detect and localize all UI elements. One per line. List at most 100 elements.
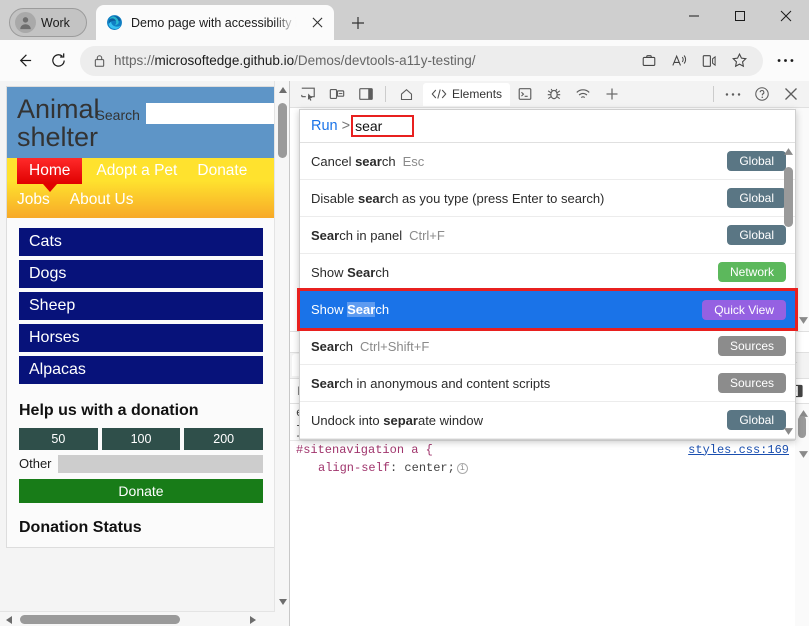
nav-item-about-us[interactable]: About Us (70, 188, 144, 212)
rendered-page: Animal shelter Search Home Adopt a Pet D… (6, 86, 276, 548)
scroll-up-icon[interactable] (275, 81, 290, 98)
command-palette-item[interactable]: Search in panelCtrl+FGlobal (300, 217, 795, 254)
donation-amount-100[interactable]: 100 (102, 428, 181, 450)
command-palette-item-shortcut: Ctrl+F (409, 228, 445, 243)
scroll-down-icon[interactable] (275, 593, 290, 610)
donate-button[interactable]: Donate (19, 479, 263, 503)
command-palette-item[interactable]: Disable search as you type (press Enter … (300, 180, 795, 217)
dom-scroll-down-icon[interactable] (796, 312, 809, 329)
palette-scroll-down-icon[interactable] (783, 425, 794, 437)
devtools-help-icon[interactable] (748, 83, 776, 106)
network-icon[interactable] (569, 83, 597, 106)
add-panel-plus-icon[interactable] (598, 83, 626, 106)
css-property-name[interactable]: align-self (296, 461, 390, 475)
scroll-right-icon[interactable] (244, 612, 261, 626)
new-tab-button[interactable] (344, 9, 372, 37)
devtools-tab-elements[interactable]: Elements (423, 83, 510, 106)
info-icon[interactable]: i (457, 463, 468, 474)
devtools-more-icon[interactable] (719, 83, 747, 106)
donation-status-heading: Donation Status (19, 519, 263, 537)
page-hscroll-thumb[interactable] (20, 615, 180, 624)
close-button[interactable] (763, 0, 809, 32)
url-bar[interactable]: https://microsoftedge.github.io/Demos/de… (80, 46, 763, 76)
site-navigation: Home Adopt a Pet Donate Jobs About Us (7, 158, 275, 218)
command-palette-item-label: SearchCtrl+Shift+F (311, 339, 718, 354)
inspect-element-icon[interactable] (294, 83, 322, 106)
nav-item-home[interactable]: Home (17, 158, 82, 184)
css-declaration[interactable]: align-self: center;i (290, 459, 809, 477)
page-scroll-thumb[interactable] (278, 103, 287, 158)
dock-side-icon[interactable] (352, 83, 380, 106)
category-dogs[interactable]: Dogs (19, 260, 263, 288)
palette-run-label: Run (311, 118, 338, 134)
category-sheep[interactable]: Sheep (19, 292, 263, 320)
donation-other-input[interactable] (58, 455, 263, 473)
palette-scroll-up-icon[interactable] (783, 145, 794, 157)
css-rule-selector[interactable]: #sitenavigation a { styles.css:169 (290, 440, 809, 459)
tab-strip: Work Demo page with accessibility issues (0, 0, 809, 40)
console-icon[interactable] (511, 83, 539, 106)
palette-scroll-thumb[interactable] (784, 167, 793, 227)
devtools-toolbar: Elements (290, 81, 809, 108)
palette-prompt-char: > (342, 118, 350, 134)
debugger-bug-icon[interactable] (540, 83, 568, 106)
command-palette-item-label: Undock into separate window (311, 413, 727, 428)
donation-other-label: Other (19, 456, 52, 471)
category-alpacas[interactable]: Alpacas (19, 356, 263, 384)
site-header: Animal shelter Search (7, 87, 275, 158)
command-palette-item[interactable]: SearchCtrl+Shift+FSources (300, 328, 795, 365)
scroll-left-icon[interactable] (0, 612, 17, 626)
site-title: Animal shelter (17, 95, 100, 152)
nav-item-donate[interactable]: Donate (197, 159, 257, 183)
minimize-button[interactable] (671, 0, 717, 32)
dom-tree-scrollbar[interactable] (795, 108, 809, 331)
profile-button[interactable]: Work (9, 8, 87, 37)
command-palette-item-label: Search in anonymous and content scripts (311, 376, 718, 391)
category-horses[interactable]: Horses (19, 324, 263, 352)
css-source-link[interactable]: styles.css:169 (688, 443, 789, 457)
command-palette-item-label: Disable search as you type (press Enter … (311, 191, 727, 206)
nav-item-adopt-a-pet[interactable]: Adopt a Pet (96, 159, 187, 183)
styles-scroll-down-icon[interactable] (796, 446, 809, 463)
donation-other-row: Other (19, 455, 263, 473)
edge-favicon (106, 14, 123, 31)
code-icon (431, 87, 447, 101)
page-vertical-scrollbar[interactable] (274, 81, 289, 626)
donation-amount-200[interactable]: 200 (184, 428, 263, 450)
command-palette-item[interactable]: Undock into separate windowGlobal (300, 402, 795, 439)
tab-close-icon[interactable] (306, 12, 328, 34)
url-text: https://microsoftedge.github.io/Demos/de… (114, 53, 633, 68)
page-viewport: Animal shelter Search Home Adopt a Pet D… (0, 81, 290, 626)
maximize-button[interactable] (717, 0, 763, 32)
home-icon (399, 87, 414, 102)
site-main: Cats Dogs Sheep Horses Alpacas Help us w… (7, 218, 275, 547)
category-cats[interactable]: Cats (19, 228, 263, 256)
command-palette-item[interactable]: Cancel searchEscGlobal (300, 143, 795, 180)
donation-amount-50[interactable]: 50 (19, 428, 98, 450)
collections-icon[interactable] (635, 47, 663, 75)
back-button[interactable] (8, 45, 40, 77)
read-aloud-icon[interactable] (665, 47, 693, 75)
styles-scrollbar[interactable] (795, 404, 809, 626)
devtools-close-icon[interactable] (777, 83, 805, 106)
command-palette-item[interactable]: Search in anonymous and content scriptsS… (300, 365, 795, 402)
address-bar: https://microsoftedge.github.io/Demos/de… (0, 40, 809, 81)
reload-button[interactable] (42, 45, 74, 77)
device-emulation-icon[interactable] (323, 83, 351, 106)
styles-scroll-thumb[interactable] (798, 416, 806, 438)
settings-more-button[interactable] (769, 45, 801, 77)
favorite-star-icon[interactable] (725, 47, 753, 75)
command-palette-item[interactable]: Show SearchNetwork (300, 254, 795, 291)
immersive-reader-icon[interactable] (695, 47, 723, 75)
page-horizontal-scrollbar[interactable] (0, 611, 275, 626)
command-palette-input[interactable] (351, 115, 414, 137)
command-palette-item-badge: Global (727, 188, 786, 208)
browser-tab[interactable]: Demo page with accessibility issues (96, 5, 334, 40)
toolbar-divider-2 (713, 86, 714, 102)
css-property-value[interactable]: center; (404, 461, 454, 475)
site-search-input[interactable] (146, 103, 290, 124)
nav-row-primary: Home Adopt a Pet Donate (7, 158, 275, 184)
command-palette-item-shortcut: Ctrl+Shift+F (360, 339, 429, 354)
command-palette-item[interactable]: Show SearchQuick View (300, 291, 795, 328)
devtools-tab-welcome[interactable] (391, 83, 422, 106)
